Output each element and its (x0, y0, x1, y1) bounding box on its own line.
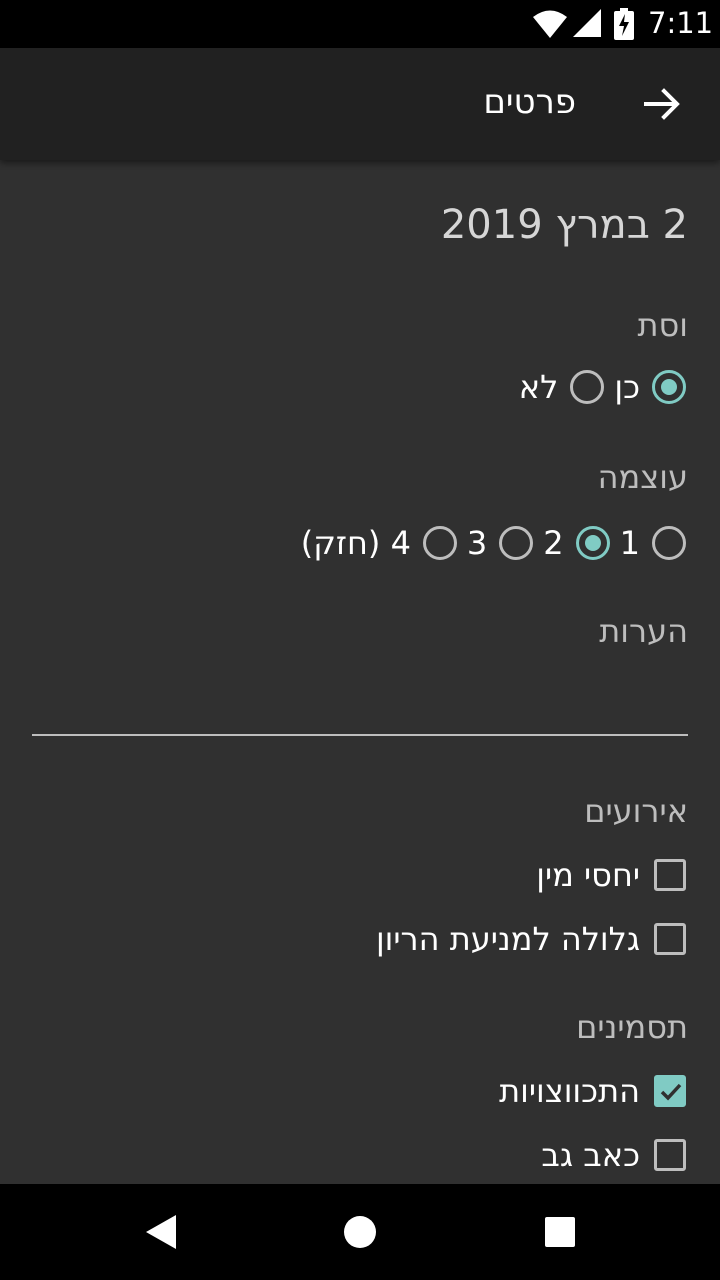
checkbox-pill[interactable] (654, 923, 686, 955)
symptom-item-cramps[interactable]: התכווצויות (499, 1072, 686, 1110)
intensity-option-1[interactable]: 1 (620, 524, 686, 562)
status-bar: 7:11 (0, 0, 720, 48)
nav-back-icon[interactable] (144, 1214, 178, 1250)
check-label-cramps: התכווצויות (499, 1072, 640, 1110)
radio-label-intensity-2: 2 (543, 524, 564, 562)
battery-charging-icon (614, 8, 634, 40)
intensity-option-2[interactable]: 2 (543, 524, 610, 562)
period-option-no[interactable]: לא (519, 368, 605, 406)
screen: 7:11 פרטים 2 במרץ 2019 וסת כן לא עוצמה 1… (0, 0, 720, 1280)
intensity-option-3[interactable]: 3 (466, 524, 534, 562)
page-title: פרטים (483, 82, 576, 122)
app-bar: פרטים (0, 48, 720, 160)
event-item-pill[interactable]: גלולה למניעת הריון (376, 920, 686, 958)
symptoms-label: תסמינים (576, 1008, 688, 1046)
radio-label-intensity-1: 1 (619, 524, 640, 562)
check-label-pill: גלולה למניעת הריון (375, 920, 640, 958)
check-label-backache: כאב גב (541, 1136, 640, 1174)
radio-intensity-2[interactable] (575, 526, 610, 560)
symptom-item-backache[interactable]: כאב גב (541, 1136, 686, 1174)
radio-yes[interactable] (652, 370, 686, 404)
period-option-yes[interactable]: כן (614, 368, 686, 406)
nav-home-icon[interactable] (343, 1215, 377, 1249)
checkbox-cramps[interactable] (654, 1075, 686, 1107)
radio-label-intensity-3: 3 (466, 524, 488, 562)
period-label: וסת (637, 306, 688, 344)
radio-label-no: לא (518, 368, 559, 406)
radio-intensity-3[interactable] (499, 526, 534, 560)
period-radio-group: כן לא (509, 368, 686, 406)
notes-input[interactable] (32, 670, 688, 732)
event-item-intercourse[interactable]: יחסי מין (536, 856, 686, 894)
details-form: 2 במרץ 2019 וסת כן לא עוצמה 1 2 3 4 (חזק… (0, 160, 720, 1184)
radio-no[interactable] (570, 370, 605, 404)
intensity-radio-group: 1 2 3 4 (חזק) (291, 524, 686, 562)
checkbox-backache[interactable] (654, 1139, 686, 1171)
radio-intensity-1[interactable] (652, 526, 686, 560)
navigation-bar (0, 1184, 720, 1280)
radio-label-yes: כן (614, 368, 640, 406)
intensity-label: עוצמה (597, 458, 688, 496)
date-heading: 2 במרץ 2019 (440, 202, 688, 248)
notes-underline (32, 734, 688, 736)
checkbox-intercourse[interactable] (654, 859, 686, 891)
signal-icon (573, 9, 601, 37)
events-label: אירועים (584, 792, 688, 830)
arrow-forward-icon[interactable] (640, 82, 684, 126)
check-icon (660, 1083, 682, 1101)
check-label-intercourse: יחסי מין (536, 856, 640, 894)
status-time: 7:11 (648, 6, 714, 40)
wifi-icon (533, 10, 567, 38)
radio-label-intensity-4: 4 (חזק) (300, 524, 411, 562)
intensity-option-4[interactable]: 4 (חזק) (301, 524, 457, 562)
radio-intensity-4[interactable] (422, 526, 457, 560)
nav-recents-icon[interactable] (544, 1216, 576, 1248)
notes-label: הערות (599, 612, 688, 650)
